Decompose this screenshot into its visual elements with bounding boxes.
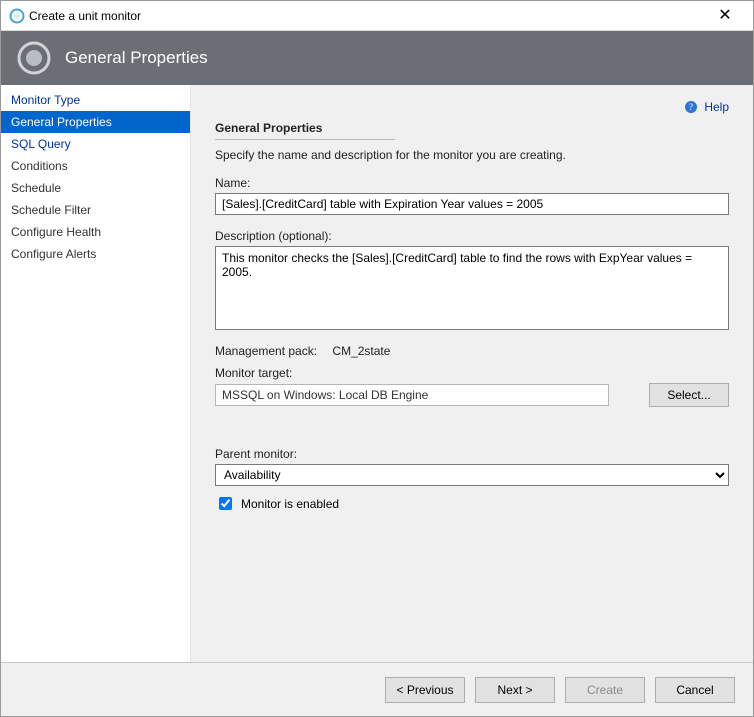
parent-monitor-select[interactable]: Availability xyxy=(215,464,729,486)
monitor-enabled-label: Monitor is enabled xyxy=(241,497,339,511)
monitor-target-label: Monitor target: xyxy=(215,366,729,380)
sidebar: Monitor Type General Properties SQL Quer… xyxy=(1,85,191,662)
footer: < Previous Next > Create Cancel xyxy=(1,662,753,716)
monitor-target-field xyxy=(215,384,609,406)
help-link[interactable]: Help xyxy=(704,100,729,114)
monitor-enabled-checkbox[interactable] xyxy=(219,497,232,510)
wizard-window: Create a unit monitor ✕ General Properti… xyxy=(0,0,754,717)
name-label: Name: xyxy=(215,176,729,190)
svg-text:?: ? xyxy=(689,102,693,112)
monitor-enabled-row: Monitor is enabled xyxy=(215,494,729,513)
sidebar-item-monitor-type[interactable]: Monitor Type xyxy=(1,89,190,111)
banner-icon xyxy=(17,41,51,75)
sidebar-item-general-properties[interactable]: General Properties xyxy=(1,111,190,133)
description-label: Description (optional): xyxy=(215,229,729,243)
banner: General Properties xyxy=(1,31,753,85)
section-description: Specify the name and description for the… xyxy=(215,148,729,162)
monitor-target-row: Select... xyxy=(215,383,729,407)
sidebar-item-configure-alerts[interactable]: Configure Alerts xyxy=(1,243,190,265)
close-button[interactable]: ✕ xyxy=(705,8,745,24)
banner-title: General Properties xyxy=(65,48,208,68)
titlebar: Create a unit monitor ✕ xyxy=(1,1,753,31)
sidebar-item-schedule-filter[interactable]: Schedule Filter xyxy=(1,199,190,221)
management-pack-label: Management pack: xyxy=(215,344,317,358)
sidebar-item-conditions[interactable]: Conditions xyxy=(1,155,190,177)
name-input[interactable] xyxy=(215,193,729,215)
select-target-button[interactable]: Select... xyxy=(649,383,729,407)
help-icon: ? xyxy=(684,100,698,114)
description-textarea[interactable]: This monitor checks the [Sales].[CreditC… xyxy=(215,246,729,330)
management-pack-row: Management pack: CM_2state xyxy=(215,344,729,358)
sidebar-item-sql-query[interactable]: SQL Query xyxy=(1,133,190,155)
app-icon xyxy=(9,8,25,24)
body: Monitor Type General Properties SQL Quer… xyxy=(1,85,753,662)
section-underline xyxy=(215,139,395,140)
create-button: Create xyxy=(565,677,645,703)
sidebar-item-configure-health[interactable]: Configure Health xyxy=(1,221,190,243)
help-row: ? Help xyxy=(215,95,729,119)
parent-monitor-label: Parent monitor: xyxy=(215,447,729,461)
management-pack-value: CM_2state xyxy=(332,344,390,358)
main-panel: ? Help General Properties Specify the na… xyxy=(191,85,753,662)
sidebar-item-schedule[interactable]: Schedule xyxy=(1,177,190,199)
section-heading: General Properties xyxy=(215,121,729,135)
previous-button[interactable]: < Previous xyxy=(385,677,465,703)
next-button[interactable]: Next > xyxy=(475,677,555,703)
window-title: Create a unit monitor xyxy=(25,9,705,23)
cancel-button[interactable]: Cancel xyxy=(655,677,735,703)
